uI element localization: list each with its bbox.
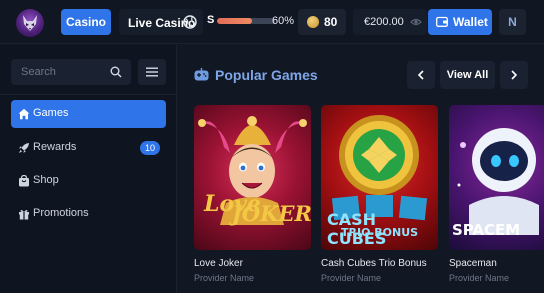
home-icon: [18, 108, 30, 120]
coin-count: 80: [324, 15, 338, 29]
game-card-love-joker[interactable]: Love JOKER Love Joker Provider Name: [194, 105, 311, 283]
game-thumbnail[interactable]: SPACEM: [449, 105, 544, 250]
search-box: [11, 59, 131, 85]
coin-icon: [307, 16, 319, 28]
main-content: Popular Games View All Love JOKER Love J…: [178, 45, 544, 293]
sports-tab-label[interactable]: S: [207, 14, 214, 26]
level-progress-bar: [217, 18, 275, 24]
rewards-count-badge: 10: [140, 141, 160, 155]
level-progress-percent: 60%: [272, 15, 295, 27]
game-provider: Provider Name: [194, 273, 255, 283]
carousel-next-button[interactable]: [500, 61, 528, 89]
game-art-subtitle: JOKER: [232, 201, 311, 226]
section-title: Popular Games: [215, 67, 318, 83]
sidebar: Games Rewards 10 Shop Promotions: [0, 45, 177, 293]
game-title: Spaceman: [449, 258, 497, 269]
wallet-label: Wallet: [453, 15, 488, 29]
game-art-subtitle: TRIO BONUS: [341, 226, 419, 239]
sidebar-item-shop[interactable]: Shop: [11, 167, 166, 195]
game-card-spaceman[interactable]: SPACEM Spaceman Provider Name: [449, 105, 544, 283]
view-all-button[interactable]: View All: [440, 61, 495, 89]
chevron-left-icon: [417, 70, 424, 80]
level-progress-fill: [217, 18, 252, 24]
balance-display: €200.00: [353, 9, 427, 35]
chevron-right-icon: [511, 70, 518, 80]
rocket-icon: [19, 143, 29, 153]
sidebar-item-label: Games: [33, 107, 69, 119]
sidebar-item-promotions[interactable]: Promotions: [11, 200, 166, 228]
game-provider: Provider Name: [449, 273, 510, 283]
sidebar-item-label: Shop: [33, 174, 59, 186]
wallet-icon: [436, 16, 448, 27]
coin-balance[interactable]: 80: [298, 9, 346, 35]
game-provider: Provider Name: [321, 273, 382, 283]
shop-icon: [19, 175, 29, 187]
user-avatar[interactable]: N: [499, 9, 526, 35]
balance-amount: €200.00: [364, 16, 404, 28]
sidebar-item-label: Rewards: [33, 141, 77, 153]
carousel-prev-button[interactable]: [407, 61, 435, 89]
sidebar-item-rewards[interactable]: Rewards 10: [11, 134, 166, 162]
wolf-logo-icon[interactable]: [16, 9, 44, 37]
live-casino-tab-button[interactable]: Live Casino: [119, 9, 203, 35]
game-card-cash-cubes[interactable]: CASH CUBES TRIO BONUS Cash Cubes Trio Bo…: [321, 105, 438, 283]
game-thumbnail[interactable]: Love JOKER: [194, 105, 311, 250]
gamepad-icon: [194, 68, 209, 81]
wallet-button[interactable]: Wallet: [428, 9, 492, 35]
menu-toggle-button[interactable]: [138, 59, 166, 85]
sidebar-item-label: Promotions: [33, 207, 89, 219]
game-thumbnail[interactable]: CASH CUBES TRIO BONUS: [321, 105, 438, 250]
casino-tab-button[interactable]: Casino: [61, 9, 111, 35]
game-title: Cash Cubes Trio Bonus: [321, 258, 427, 269]
gift-icon: [19, 209, 29, 220]
game-title: Love Joker: [194, 258, 243, 269]
top-bar: Casino Live Casino S 60% 80 €200.00 Wall…: [0, 0, 544, 44]
search-icon[interactable]: [110, 66, 122, 78]
sidebar-item-games[interactable]: Games: [11, 100, 166, 128]
hamburger-icon: [146, 67, 158, 77]
eye-icon[interactable]: [410, 17, 422, 27]
sidebar-divider: [0, 94, 177, 95]
globe-icon: [183, 15, 197, 29]
game-art-title: SPACEM: [452, 221, 521, 239]
